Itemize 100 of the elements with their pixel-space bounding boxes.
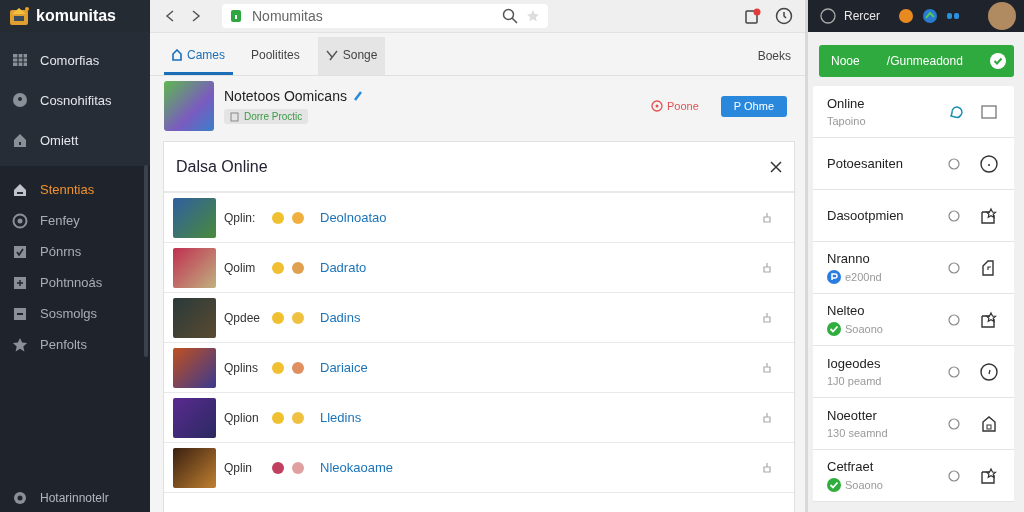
game-tag: Dorre Proctic: [224, 109, 309, 124]
grid-icon: [12, 52, 28, 68]
link-icon[interactable]: [946, 11, 960, 21]
sidebar-item[interactable]: Fenfey: [0, 205, 150, 236]
sidebar-item[interactable]: Sosmolgs: [0, 298, 150, 329]
emoji-icon: [272, 411, 284, 424]
emoji-icon: [272, 261, 284, 274]
item-status: e200nd: [845, 271, 882, 283]
avatar[interactable]: [988, 2, 1016, 30]
sidebar-item[interactable]: Stenntias: [0, 174, 150, 205]
star-icon[interactable]: [526, 9, 540, 23]
status-label: Qplion: [224, 410, 260, 425]
item-name: Dasootpmien: [827, 208, 905, 223]
user-icon[interactable]: [820, 8, 836, 24]
close-icon[interactable]: [770, 160, 782, 173]
item-status: Tapoino: [827, 115, 866, 127]
forward-icon[interactable]: [190, 9, 202, 23]
player-link[interactable]: Dariaice: [320, 360, 368, 375]
emoji-icon: [272, 361, 284, 374]
app-logo-text: komunitas: [36, 7, 116, 25]
player-link[interactable]: Dadrato: [320, 260, 367, 275]
sidebar-item[interactable]: Pohtnnoás: [0, 267, 150, 298]
list-row[interactable]: Qpdee Dadins: [164, 293, 794, 343]
list-item[interactable]: Dasootpmien: [813, 190, 1014, 242]
panel-title: Dalsa Online: [176, 157, 268, 176]
radio-icon[interactable]: [948, 157, 960, 170]
emoji-icon: [292, 461, 304, 474]
list-row[interactable]: Qplin Nleokaoame: [164, 443, 794, 493]
account-name[interactable]: Rercer: [844, 9, 880, 23]
list-row[interactable]: Qplins Dariaice: [164, 343, 794, 393]
sidebar-item[interactable]: Penfolts: [0, 329, 150, 360]
player-link[interactable]: Deolnoatao: [320, 210, 387, 225]
tab[interactable]: Cames: [164, 37, 233, 75]
status-label: Qplins: [224, 360, 259, 375]
clock-icon[interactable]: [980, 362, 998, 381]
search-icon[interactable]: [502, 8, 518, 24]
coin-icon[interactable]: [898, 8, 914, 24]
list-row[interactable]: Qolim Dadrato: [164, 243, 794, 293]
checkbox-icon: [12, 243, 28, 260]
radio-icon[interactable]: [948, 469, 960, 482]
window-icon[interactable]: [980, 102, 998, 121]
player-link[interactable]: Nleokaoame: [320, 460, 393, 475]
item-status: 1J0 peamd: [827, 375, 882, 387]
emoji-icon: [292, 311, 304, 324]
books-link[interactable]: Boeks: [757, 49, 791, 63]
sidebar-footer-label[interactable]: Hotarinnotelr: [40, 491, 109, 505]
sidebar-item[interactable]: Pónrns: [0, 236, 150, 267]
list-item[interactable]: Potoesaniten: [813, 138, 1014, 190]
list-row[interactable]: Qplion Lledins: [164, 393, 794, 443]
star-icon: [12, 336, 28, 353]
sidebar-item[interactable]: Omiett: [0, 120, 150, 160]
emoji-icon: [272, 311, 284, 324]
edit-icon[interactable]: [980, 466, 998, 485]
radio-icon[interactable]: [948, 261, 960, 274]
item-name: Online: [827, 96, 866, 111]
gear-icon: [12, 490, 28, 506]
back-icon[interactable]: [164, 9, 176, 23]
sidebar-item[interactable]: Comorfias: [0, 40, 150, 80]
emoji-icon: [272, 211, 284, 224]
emoji-icon: [292, 261, 304, 274]
list-item[interactable]: Nelteo Soaono: [813, 294, 1014, 346]
tab[interactable]: Poolitites: [243, 37, 308, 75]
status-label: Qpdee: [224, 310, 262, 325]
address-bar[interactable]: Nomumitas: [222, 4, 548, 28]
notification-icon[interactable]: [745, 8, 761, 24]
game-avatar: [173, 297, 216, 338]
logo-icon: [8, 5, 30, 27]
sidebar-item[interactable]: Cosnohifitas: [0, 80, 150, 120]
list-item[interactable]: Iogeodes 1J0 peamd: [813, 346, 1014, 398]
radio-icon[interactable]: [948, 313, 960, 326]
list-row[interactable]: Qplin: Deolnoatao: [164, 193, 794, 243]
edit-icon[interactable]: [980, 310, 998, 329]
radio-icon[interactable]: [948, 365, 960, 378]
edit-icon[interactable]: [980, 206, 998, 225]
chat-icon[interactable]: [948, 103, 964, 120]
clock-icon[interactable]: [775, 7, 793, 25]
list-item[interactable]: Noeotter 130 seamnd: [813, 398, 1014, 450]
list-item[interactable]: Online Tapoino: [813, 86, 1014, 138]
game-title: Notetoos Oomicans: [224, 88, 347, 104]
list-item[interactable]: Nranno e200nd: [813, 242, 1014, 294]
player-link[interactable]: Lledins: [320, 410, 362, 425]
minus-icon: [12, 305, 28, 322]
game-avatar: [173, 447, 216, 488]
radio-icon[interactable]: [948, 209, 960, 222]
tab[interactable]: Songe: [317, 37, 386, 75]
status-label: Qplin: [224, 460, 253, 475]
primary-button[interactable]: P Ohme: [720, 95, 787, 117]
emoji-icon: [292, 361, 304, 374]
emoji-icon: [292, 411, 304, 424]
emoji-icon: [272, 461, 284, 474]
link[interactable]: Poone: [651, 100, 699, 112]
radio-icon[interactable]: [948, 417, 960, 430]
item-name: Nranno: [827, 251, 871, 266]
alert-icon: [651, 100, 664, 112]
circle-icon: [12, 92, 28, 108]
game-avatar: [173, 347, 216, 388]
clock-icon[interactable]: [980, 154, 998, 173]
globe-icon[interactable]: [922, 8, 938, 24]
player-link[interactable]: Dadins: [320, 310, 361, 325]
list-item[interactable]: Cetfraet Soaono: [813, 450, 1014, 502]
